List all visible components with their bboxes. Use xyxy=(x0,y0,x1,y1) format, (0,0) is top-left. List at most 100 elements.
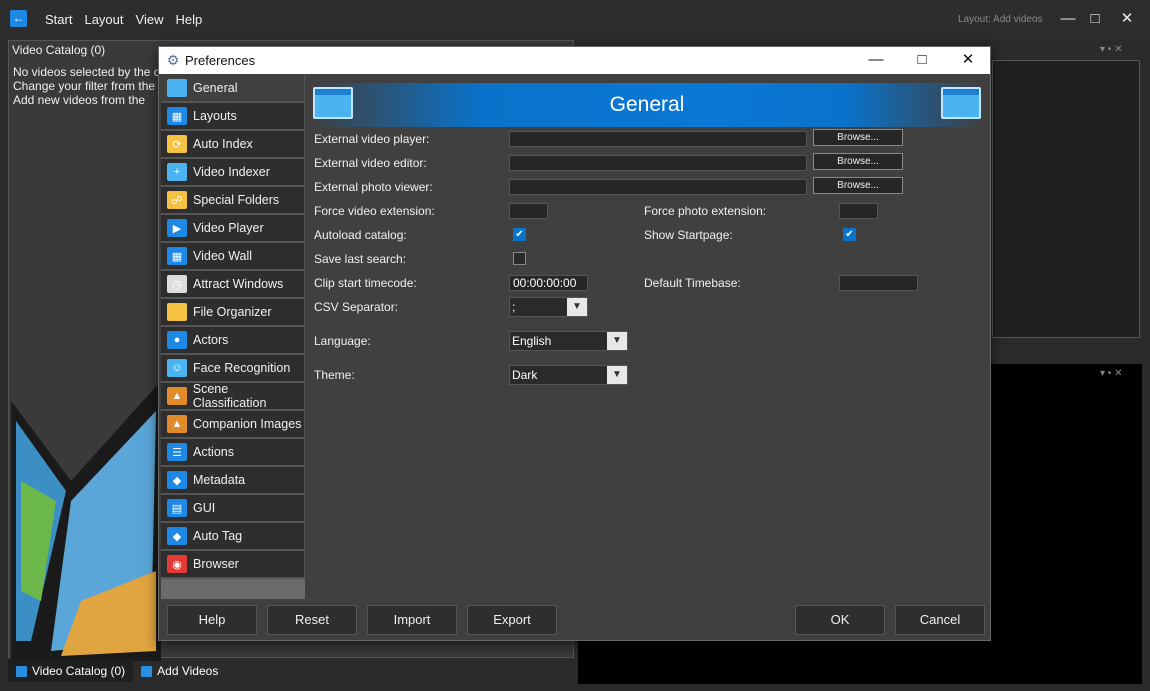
import-button[interactable]: Import xyxy=(367,605,457,635)
preferences-nav: General ▦ Layouts ⟳ Auto Index + Video Indexer… xyxy=(161,75,305,599)
save-last-search-checkbox[interactable] xyxy=(513,252,526,265)
force-photo-extension-label: Force photo extension: xyxy=(644,204,767,218)
dialog-footer: Help Reset Import Export OK Cancel xyxy=(159,600,990,640)
nav-item-label: Auto Tag xyxy=(193,529,243,543)
nav-item-label: Auto Index xyxy=(193,137,253,151)
language-select[interactable]: English ▼ xyxy=(509,331,628,351)
nav-item-label: Browser xyxy=(193,557,239,571)
scene-icon: ▲ xyxy=(167,387,187,405)
minimize-icon[interactable]: — xyxy=(1053,6,1083,32)
info-line: Add new videos from the xyxy=(13,93,146,107)
dialog-titlebar: ⚙ Preferences — □ ✕ xyxy=(159,47,990,74)
back-arrow-icon[interactable]: ← xyxy=(10,10,27,27)
tab-label: Add Videos xyxy=(157,664,219,678)
menu-help[interactable]: Help xyxy=(175,12,202,27)
export-button[interactable]: Export xyxy=(467,605,557,635)
dialog-title: Preferences xyxy=(185,53,256,68)
preview-area xyxy=(992,60,1140,338)
auto-index-icon: ⟳ xyxy=(167,135,187,153)
close-icon[interactable]: ✕ xyxy=(1112,6,1142,32)
nav-item-actions[interactable]: ☰ Actions xyxy=(161,439,304,466)
clip-start-timecode-input[interactable]: 00:00:00:00 xyxy=(509,275,588,291)
layout-icon: ▦ xyxy=(167,107,187,125)
nav-item-video-wall[interactable]: ▦ Video Wall xyxy=(161,243,304,270)
nav-item-scene-classification[interactable]: ▲ Scene Classification xyxy=(161,382,304,410)
add-videos-icon xyxy=(141,665,153,677)
nav-item-label: Video Player xyxy=(193,221,264,235)
csv-separator-select[interactable]: ; ▼ xyxy=(509,297,588,317)
autoload-catalog-label: Autoload catalog: xyxy=(314,228,407,242)
ok-button[interactable]: OK xyxy=(795,605,885,635)
external-photo-viewer-label: External photo viewer: xyxy=(314,180,433,194)
nav-item-special-folders[interactable]: ☍ Special Folders xyxy=(161,187,304,214)
nav-item-browser[interactable]: ◉ Browser xyxy=(161,551,304,578)
catalog-icon xyxy=(16,665,27,677)
clip-start-timecode-label: Clip start timecode: xyxy=(314,276,417,290)
chevron-down-icon[interactable]: ▼ xyxy=(607,366,627,384)
nav-item-actors[interactable]: ● Actors xyxy=(161,327,304,354)
external-video-player-label: External video player: xyxy=(314,132,430,146)
menu-layout[interactable]: Layout xyxy=(84,12,123,27)
window-icon xyxy=(941,87,981,119)
default-timebase-label: Default Timebase: xyxy=(644,276,741,290)
close-icon[interactable]: ✕ xyxy=(945,47,991,74)
nav-item-video-indexer[interactable]: + Video Indexer xyxy=(161,159,304,186)
nav-item-attract-windows[interactable]: ◷ Attract Windows xyxy=(161,271,304,298)
nav-item-face-recognition[interactable]: ☺ Face Recognition xyxy=(161,355,304,382)
menu-view[interactable]: View xyxy=(136,12,164,27)
maximize-icon[interactable]: □ xyxy=(899,47,945,74)
nav-item-label: GUI xyxy=(193,501,216,515)
nav-item-gui[interactable]: ▤ GUI xyxy=(161,495,304,522)
nav-item-metadata[interactable]: ◆ Metadata xyxy=(161,467,304,494)
default-timebase-input[interactable] xyxy=(839,275,918,291)
nav-item-label: Actors xyxy=(193,333,229,347)
menu-bar: Start Layout View Help xyxy=(45,12,202,27)
external-photo-viewer-input[interactable] xyxy=(509,179,807,195)
minimize-icon[interactable]: — xyxy=(853,47,899,74)
tag-icon: ◆ xyxy=(167,471,187,489)
menu-start[interactable]: Start xyxy=(45,12,72,27)
chevron-down-icon[interactable]: ▼ xyxy=(607,332,627,350)
external-video-player-input[interactable] xyxy=(509,131,807,147)
nav-item-auto-tag[interactable]: ◆ Auto Tag xyxy=(161,523,304,550)
video-indexer-icon: + xyxy=(167,163,187,181)
force-video-extension-label: Force video extension: xyxy=(314,204,435,218)
maximize-icon[interactable]: □ xyxy=(1080,6,1110,32)
browse-photo-viewer-button[interactable]: Browse... xyxy=(813,177,903,194)
panel-controls-icon[interactable]: ▾ • ✕ xyxy=(1100,44,1122,55)
reset-button[interactable]: Reset xyxy=(267,605,357,635)
gui-icon: ▤ xyxy=(167,499,187,517)
selected-value: ; xyxy=(512,300,516,314)
external-video-editor-input[interactable] xyxy=(509,155,807,171)
film-strip-illustration xyxy=(11,381,161,661)
nav-item-general[interactable]: General xyxy=(161,75,304,102)
nav-item-video-player[interactable]: ▶ Video Player xyxy=(161,215,304,242)
panel-title: Video Catalog (0) xyxy=(12,43,106,57)
chevron-down-icon[interactable]: ▼ xyxy=(567,298,587,316)
browse-video-editor-button[interactable]: Browse... xyxy=(813,153,903,170)
help-button[interactable]: Help xyxy=(167,605,257,635)
cancel-button[interactable]: Cancel xyxy=(895,605,985,635)
theme-label: Theme: xyxy=(314,368,355,382)
theme-select[interactable]: Dark ▼ xyxy=(509,365,628,385)
show-startpage-checkbox[interactable]: ✔ xyxy=(843,228,856,241)
force-video-extension-input[interactable] xyxy=(509,203,548,219)
image-icon: ▲ xyxy=(167,415,187,433)
nav-item-file-organizer[interactable]: File Organizer xyxy=(161,299,304,326)
bottom-tabs: Video Catalog (0) Add Videos xyxy=(8,660,226,682)
tab-add-videos[interactable]: Add Videos xyxy=(133,660,226,682)
video-wall-icon: ▦ xyxy=(167,247,187,265)
panel-controls-icon[interactable]: ▾ • ✕ xyxy=(1100,368,1122,379)
nav-item-auto-index[interactable]: ⟳ Auto Index xyxy=(161,131,304,158)
nav-item-companion-images[interactable]: ▲ Companion Images xyxy=(161,411,304,438)
section-banner: General xyxy=(311,83,983,127)
tab-video-catalog[interactable]: Video Catalog (0) xyxy=(8,660,134,682)
nav-item-label: Scene Classification xyxy=(192,382,267,410)
force-photo-extension-input[interactable] xyxy=(839,203,878,219)
app-titlebar: ← Start Layout View Help Layout: Add vid… xyxy=(0,0,1150,38)
autoload-catalog-checkbox[interactable]: ✔ xyxy=(513,228,526,241)
nav-item-layouts[interactable]: ▦ Layouts xyxy=(161,103,304,130)
nav-item-label: Actions xyxy=(193,445,234,459)
browse-video-player-button[interactable]: Browse... xyxy=(813,129,903,146)
gear-icon: ⚙ xyxy=(166,52,180,68)
